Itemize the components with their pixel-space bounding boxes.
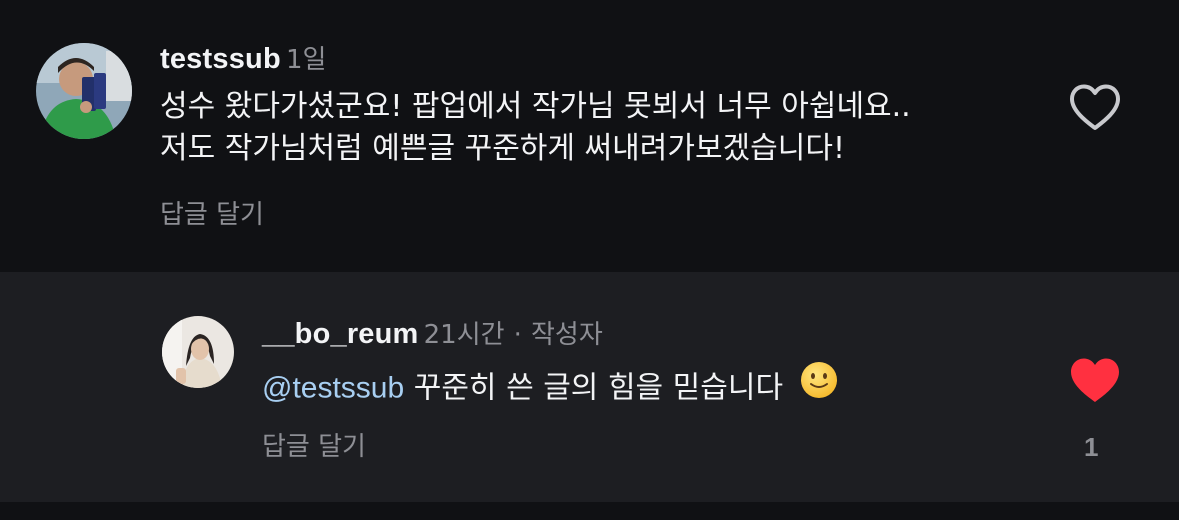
comment-line: 저도 작가님처럼 예쁜글 꾸준하게 써내려가보겠습니다! (160, 131, 845, 166)
next-comment-edge (0, 502, 1179, 520)
comment-meta: testssub 1일 (160, 45, 326, 74)
mention-link[interactable]: @testssub (262, 372, 404, 405)
reply-button[interactable]: 답글 달기 (262, 426, 366, 463)
reply-comment-item: __bo_reum 21시간 · 작성자 @testssub 꾸준히 쓴 글의 … (0, 272, 1179, 502)
username[interactable]: __bo_reum (262, 318, 419, 350)
comment-body: 성수 왔다가셨군요! 팝업에서 작가님 못뵈서 너무 아쉽네요.. 저도 작가님… (160, 86, 911, 170)
comment-body: @testssub 꾸준히 쓴 글의 힘을 믿습니다 (262, 362, 839, 412)
like-count: 1 (1084, 432, 1099, 462)
meta-separator: · (513, 320, 522, 350)
avatar[interactable] (162, 316, 234, 388)
avatar[interactable] (36, 43, 132, 139)
timestamp: 21시간 (423, 320, 505, 350)
timestamp: 1일 (285, 45, 327, 75)
heart-filled-icon (1071, 358, 1119, 402)
slightly-smiling-face-icon (799, 360, 839, 412)
comment-meta: __bo_reum 21시간 · 작성자 (262, 320, 603, 349)
comment-text: 꾸준히 쓴 글의 힘을 믿습니다 (413, 370, 784, 406)
comment-line: 성수 왔다가셨군요! 팝업에서 작가님 못뵈서 너무 아쉽네요.. (160, 89, 911, 124)
like-button[interactable] (1068, 356, 1122, 406)
author-badge: 작성자 (531, 320, 603, 350)
like-button[interactable] (1068, 83, 1122, 133)
heart-outline-icon (1070, 84, 1120, 130)
comment-item: testssub 1일 성수 왔다가셨군요! 팝업에서 작가님 못뵈서 너무 아… (0, 0, 1179, 272)
reply-button[interactable]: 답글 달기 (160, 194, 264, 231)
user-photo-avatar (162, 316, 234, 388)
username[interactable]: testssub (160, 43, 281, 75)
user-photo-avatar (36, 43, 132, 139)
